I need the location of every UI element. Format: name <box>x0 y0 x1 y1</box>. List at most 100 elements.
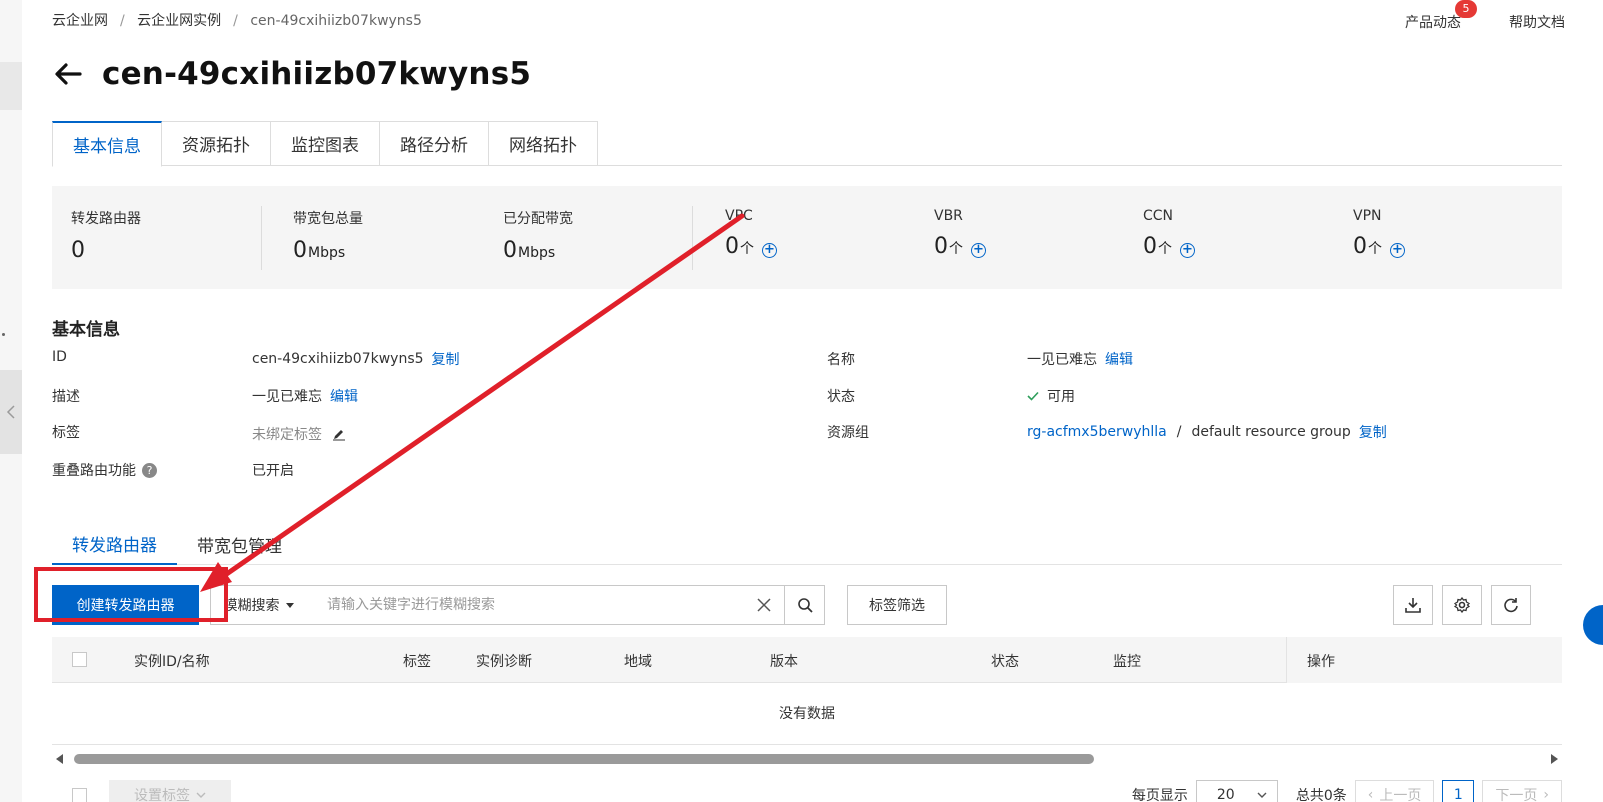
annotation-highlight-box <box>34 567 228 622</box>
page-scrollbar[interactable] <box>1587 0 1603 802</box>
stat-unit: 个 <box>1368 241 1382 257</box>
caret-down-icon <box>285 602 294 608</box>
edit-pencil-icon[interactable] <box>332 427 346 441</box>
per-page-select[interactable]: 20 <box>1195 780 1278 802</box>
set-tags-button[interactable]: 设置标签 <box>109 780 231 802</box>
basic-info-title: 基本信息 <box>52 320 120 340</box>
ops-column-header: 操作 <box>1286 637 1562 683</box>
add-ccn-icon[interactable]: + <box>1180 243 1195 258</box>
breadcrumb-cen[interactable]: 云企业网 <box>52 13 108 29</box>
table-toolbar: 创建转发路由器 模糊搜索 标签筛选 <box>52 585 1562 625</box>
chevron-down-icon <box>1257 792 1267 798</box>
collapse-sidebar-button[interactable] <box>0 370 22 454</box>
stat-value: 0 <box>1143 234 1157 259</box>
stat-label: VBR <box>934 208 963 224</box>
help-docs-link[interactable]: 帮助文档 <box>1509 12 1565 32</box>
stat-unit: 个 <box>740 241 754 257</box>
rg-id-link[interactable]: rg-acfmx5berwyhlla <box>1027 424 1167 440</box>
stat-value: 0 <box>934 234 948 259</box>
tab-basic-info[interactable]: 基本信息 <box>52 121 162 167</box>
breadcrumb-cen-instances[interactable]: 云企业网实例 <box>137 13 221 29</box>
download-icon <box>1405 598 1421 613</box>
copy-rg-link[interactable]: 复制 <box>1359 422 1387 442</box>
add-vbr-icon[interactable]: + <box>971 243 986 258</box>
breadcrumb-current: cen-49cxihiizb07kwyns5 <box>250 13 422 29</box>
stat-bandwidth-total: 带宽包总量 0 Mbps <box>293 208 363 263</box>
col-diagnosis: 实例诊断 <box>476 654 532 670</box>
edit-desc-link[interactable]: 编辑 <box>330 386 358 406</box>
stat-label: VPC <box>725 208 753 224</box>
id-label: ID <box>52 349 67 365</box>
overlap-label-row: 重叠路由功能 ? <box>52 460 157 480</box>
sub-tabs: 转发路由器 带宽包管理 <box>52 524 1562 565</box>
rg-separator: / <box>1176 424 1182 440</box>
next-page-button[interactable]: 下一页 › <box>1482 780 1562 802</box>
title-row: cen-49cxihiizb07kwyns5 <box>52 56 531 92</box>
next-page-label: 下一页 <box>1495 788 1538 802</box>
stat-bandwidth-assigned: 已分配带宽 0 Mbps <box>503 208 573 263</box>
id-value: cen-49cxihiizb07kwyns5 <box>252 351 424 367</box>
divider <box>261 206 262 270</box>
set-tags-label: 设置标签 <box>134 788 190 802</box>
clear-search-button[interactable] <box>744 586 784 624</box>
stat-value: 0 <box>1353 234 1367 259</box>
floating-help-button[interactable] <box>1583 605 1603 645</box>
rg-value-row: rg-acfmx5berwyhlla / default resource gr… <box>1027 422 1387 442</box>
prev-page-button[interactable]: ‹ 上一页 <box>1354 780 1435 802</box>
product-news-link[interactable]: 产品动态 5 <box>1405 0 1477 32</box>
search-input[interactable] <box>307 586 744 624</box>
add-vpn-icon[interactable]: + <box>1390 243 1405 258</box>
add-vpc-icon[interactable]: + <box>762 243 777 258</box>
tab-path-analysis[interactable]: 路径分析 <box>380 121 489 166</box>
stat-label: CCN <box>1143 208 1174 224</box>
scrollbar-thumb[interactable] <box>74 754 1094 764</box>
search-type-label: 模糊搜索 <box>223 598 280 614</box>
select-all-checkbox[interactable] <box>72 652 87 667</box>
refresh-button[interactable] <box>1491 585 1531 625</box>
desc-label: 描述 <box>52 389 80 405</box>
stat-unit: Mbps <box>308 245 346 261</box>
stat-unit: 个 <box>949 241 963 257</box>
pagination: 每页显示 20 总共0条 ‹ 上一页 1 下一页 › <box>1132 780 1562 802</box>
scroll-left-arrow[interactable] <box>56 754 63 764</box>
copy-id-link[interactable]: 复制 <box>432 349 460 369</box>
top-links: 产品动态 5 帮助文档 <box>1405 0 1565 32</box>
desc-value-row: 一见已难忘 编辑 <box>252 386 358 406</box>
refresh-icon <box>1504 598 1518 613</box>
tab-network-topology[interactable]: 网络拓扑 <box>489 121 598 166</box>
scroll-right-arrow[interactable] <box>1551 754 1558 764</box>
tags-label: 标签 <box>52 425 80 441</box>
edit-name-link[interactable]: 编辑 <box>1105 349 1133 369</box>
col-version: 版本 <box>770 654 798 670</box>
stat-vpn: VPN 0 个 + <box>1353 208 1405 259</box>
total-count: 总共0条 <box>1295 788 1347 802</box>
help-question-icon[interactable]: ? <box>142 462 157 478</box>
rg-name: default resource group <box>1191 424 1351 440</box>
back-arrow-icon[interactable] <box>52 58 84 90</box>
tab-monitoring[interactable]: 监控图表 <box>271 121 380 166</box>
dot-mark <box>2 333 5 336</box>
stat-value: 0 <box>71 238 85 263</box>
download-button[interactable] <box>1393 585 1433 625</box>
chevron-left-icon <box>6 405 15 419</box>
notification-badge: 5 <box>1455 0 1477 18</box>
breadcrumb-separator: / <box>233 13 238 29</box>
col-status: 状态 <box>991 654 1019 670</box>
current-page[interactable]: 1 <box>1442 780 1475 802</box>
col-region: 地域 <box>624 654 652 670</box>
status-value-row: 可用 <box>1027 386 1075 406</box>
side-nav-item[interactable] <box>0 62 22 110</box>
breadcrumb: 云企业网 / 云企业网实例 / cen-49cxihiizb07kwyns5 <box>52 10 430 30</box>
page-title: cen-49cxihiizb07kwyns5 <box>102 56 532 92</box>
main-tabs: 基本信息 资源拓扑 监控图表 路径分析 网络拓扑 <box>52 121 1562 167</box>
settings-button[interactable] <box>1442 585 1482 625</box>
stat-label: VPN <box>1353 208 1382 224</box>
tab-bandwidth-packages[interactable]: 带宽包管理 <box>177 524 302 565</box>
footer-select-checkbox[interactable] <box>72 788 87 802</box>
tab-resource-topology[interactable]: 资源拓扑 <box>162 121 271 166</box>
search-button[interactable] <box>784 586 824 624</box>
gear-icon <box>1454 597 1470 613</box>
tag-filter-button[interactable]: 标签筛选 <box>847 585 947 625</box>
tab-transit-routers[interactable]: 转发路由器 <box>52 524 177 565</box>
horizontal-scrollbar[interactable] <box>52 752 1562 766</box>
